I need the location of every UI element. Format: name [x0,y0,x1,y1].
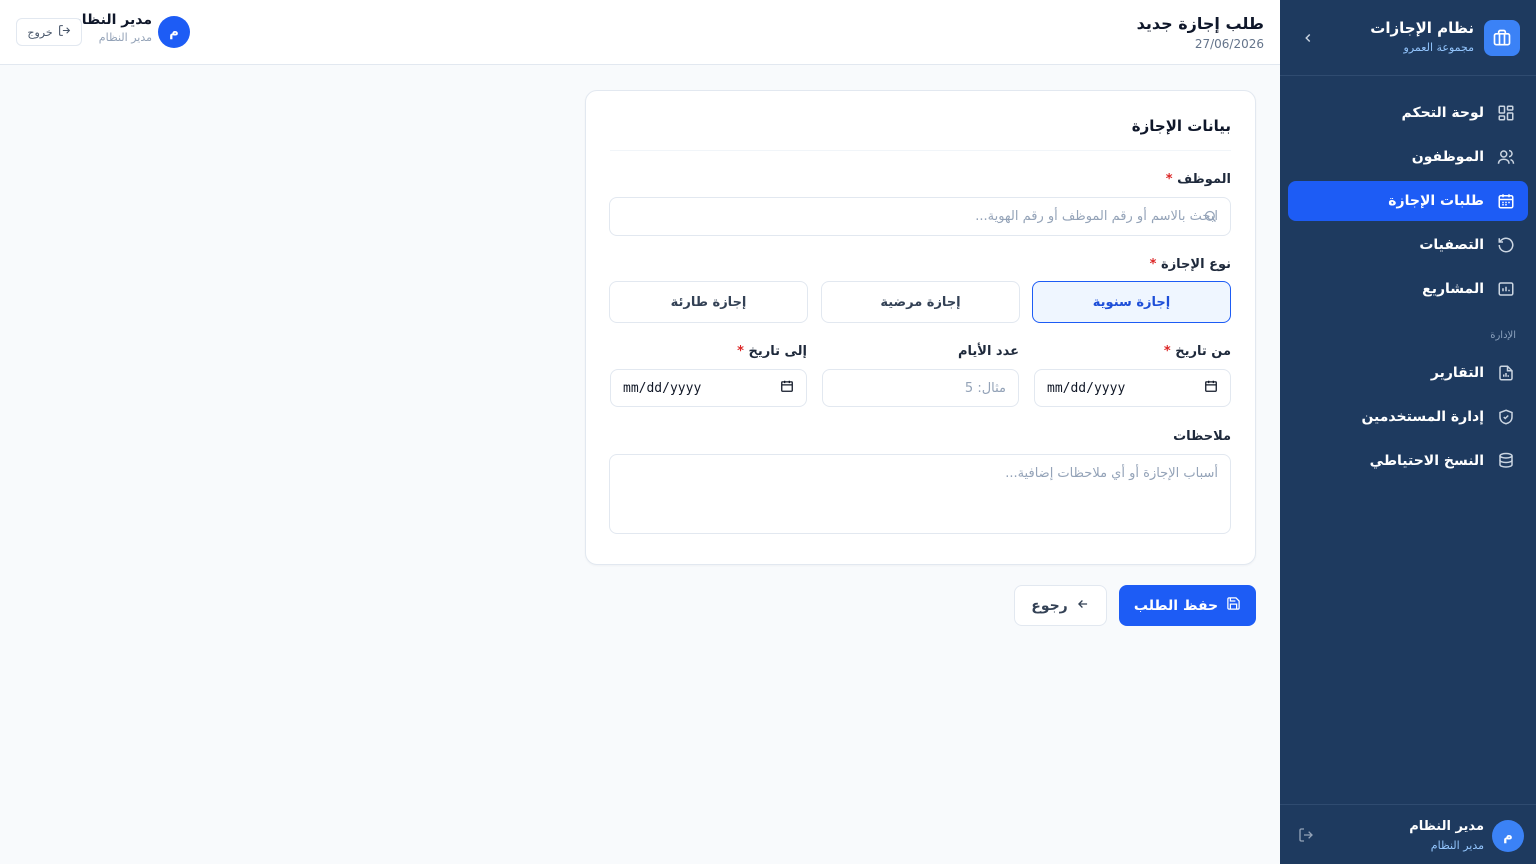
employee-search-placeholder: ابحث بالاسم أو رقم الموظف أو رقم الهوية.… [975,209,1218,224]
sidebar-user-role: مدير النظام [1430,839,1484,852]
divider [610,150,1231,151]
notes-label: ملاحظات [1173,429,1231,444]
logout-icon[interactable] [1296,827,1314,845]
leave-type-emergency[interactable]: إجازة طارئة [609,281,808,323]
sidebar-item-label: التقارير [1430,365,1484,381]
sidebar-item-label: الموظفون [1411,149,1484,165]
sidebar-user-name: مدير النظام [1409,819,1484,834]
sidebar-footer: م مدير النظام مدير النظام [1280,804,1536,864]
save-icon [1226,596,1241,615]
from-date-input[interactable]: mm/dd/yyyy [1034,369,1231,407]
briefcase-icon [1484,20,1520,56]
header-user: مدير النظام مدير النظام [71,12,152,44]
leave-type-label: نوع الإجازة * [1149,257,1231,272]
avatar: م [158,16,190,48]
back-label: رجوع [1031,597,1068,614]
header-user-name: مدير النظام [71,12,152,28]
sidebar: نظام الإجازات مجموعة العمرو لوحة التحكم … [1280,0,1536,864]
back-button[interactable]: رجوع [1014,585,1107,626]
calendar-icon [1496,191,1516,211]
save-label: حفظ الطلب [1133,597,1219,614]
sidebar-item-label: المشاريع [1422,281,1484,297]
days-input[interactable]: مثال: 5 [822,369,1019,407]
sidebar-item-employees[interactable]: الموظفون [1288,137,1528,177]
page-date: 27/06/2026 [1194,37,1264,51]
dashboard-icon [1496,103,1516,123]
notes-placeholder: أسباب الإجازة أو أي ملاحظات إضافية... [1005,466,1218,481]
search-icon [1203,209,1218,228]
sidebar-item-reports[interactable]: التقارير [1288,353,1528,393]
sidebar-item-label: إدارة المستخدمين [1361,409,1484,425]
to-date-value: mm/dd/yyyy [623,380,702,396]
sidebar-item-label: النسخ الاحتياطي [1369,453,1484,469]
card-title: بيانات الإجازة [1131,117,1231,135]
logout-button[interactable]: خروج [16,18,82,46]
avatar: م [1492,820,1524,852]
users-icon [1496,147,1516,167]
report-icon [1496,363,1516,383]
sidebar-item-dashboard[interactable]: لوحة التحكم [1288,93,1528,133]
projects-icon [1496,279,1516,299]
to-date-label: إلى تاريخ * [737,344,807,359]
chevron-left-icon[interactable] [1298,28,1318,48]
to-date-input[interactable]: mm/dd/yyyy [610,369,807,407]
days-label: عدد الأيام [957,344,1019,359]
sidebar-item-label: طلبات الإجازة [1388,193,1484,209]
sidebar-item-label: لوحة التحكم [1401,105,1484,121]
from-date-value: mm/dd/yyyy [1047,380,1126,396]
sidebar-section-admin: الإدارة [1490,330,1516,341]
logout-icon [58,24,71,40]
calendar-icon[interactable] [780,379,794,397]
sidebar-header: نظام الإجازات مجموعة العمرو [1280,0,1536,76]
top-header: طلب إجازة جديد 27/06/2026 م مدير النظام … [0,0,1280,65]
employee-search-input[interactable]: ابحث بالاسم أو رقم الموظف أو رقم الهوية.… [609,197,1231,236]
app-title: نظام الإجازات [1370,19,1474,37]
save-request-button[interactable]: حفظ الطلب [1119,585,1256,626]
app-subtitle: مجموعة العمرو [1403,41,1474,54]
page-title: طلب إجازة جديد [1136,14,1264,33]
header-user-role: مدير النظام [98,31,152,44]
sidebar-item-backup[interactable]: النسخ الاحتياطي [1288,441,1528,481]
logout-label: خروج [27,25,53,39]
days-placeholder: مثال: 5 [964,380,1006,396]
database-icon [1496,451,1516,471]
refresh-icon [1496,235,1516,255]
employee-label: الموظف * [1165,172,1231,187]
from-date-label: من تاريخ * [1163,344,1231,359]
calendar-icon[interactable] [1204,379,1218,397]
arrow-left-icon [1076,597,1090,615]
leave-type-annual[interactable]: إجازة سنوية [1032,281,1231,323]
sidebar-item-projects[interactable]: المشاريع [1288,269,1528,309]
sidebar-item-settlements[interactable]: التصفيات [1288,225,1528,265]
leave-type-sick[interactable]: إجازة مرضية [821,281,1020,323]
sidebar-item-label: التصفيات [1419,237,1484,253]
leave-details-card: بيانات الإجازة الموظف * ابحث بالاسم أو ر… [585,90,1256,565]
sidebar-item-user-management[interactable]: إدارة المستخدمين [1288,397,1528,437]
shield-icon [1496,407,1516,427]
sidebar-item-leave-requests[interactable]: طلبات الإجازة [1288,181,1528,221]
notes-textarea[interactable]: أسباب الإجازة أو أي ملاحظات إضافية... [609,454,1231,534]
